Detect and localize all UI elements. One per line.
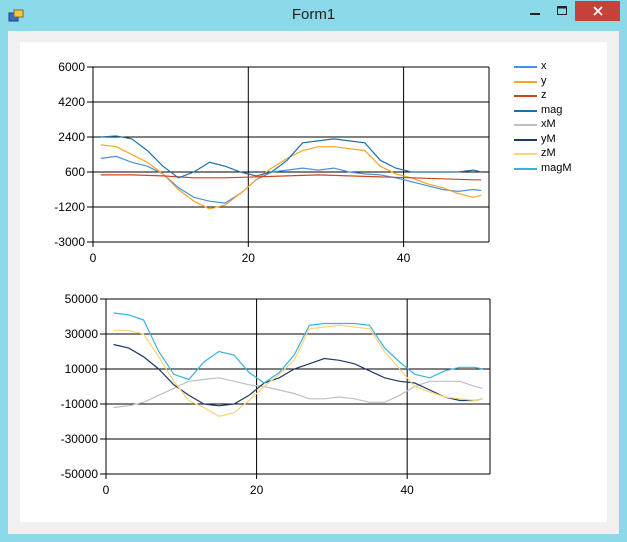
- series-line-x: [100, 155, 482, 204]
- legend-swatch: [514, 124, 537, 126]
- legend-label: zM: [541, 147, 556, 159]
- legend-swatch: [514, 95, 537, 97]
- legend-item-x: x: [510, 60, 605, 75]
- y-tick-label: 600: [65, 165, 85, 179]
- series-line-xM: [113, 377, 483, 409]
- legend-item-xM: xM: [510, 118, 605, 133]
- y-tick-label: 4200: [58, 95, 85, 109]
- legend-swatch: [514, 153, 537, 155]
- legend-label: x: [541, 60, 547, 72]
- y-tick-label: -3000: [54, 235, 85, 249]
- legend-item-yM: yM: [510, 133, 605, 148]
- legend-swatch: [514, 66, 537, 68]
- minimize-icon: [529, 13, 540, 15]
- x-tick-label: 20: [242, 251, 256, 265]
- legend-item-zM: zM: [510, 147, 605, 162]
- legend-swatch: [514, 109, 537, 112]
- x-tick-label: 0: [103, 483, 110, 497]
- x-tick-label: 0: [90, 251, 97, 265]
- series-line-zM: [113, 324, 483, 417]
- x-tick-label: 40: [397, 251, 411, 265]
- legend-label: mag: [541, 103, 563, 116]
- legend-item-y: y: [510, 75, 605, 90]
- y-tick-label: 2400: [58, 130, 85, 144]
- series-line-y: [100, 144, 482, 210]
- y-tick-label: 30000: [65, 327, 99, 341]
- y-tick-label: -1200: [54, 200, 85, 214]
- legend-label: yM: [541, 132, 556, 145]
- chart-2: 50000 30000 10000 -10000 -30000 -50000 0 20 40: [61, 292, 491, 497]
- chart-1: 6000 4200 2400 600 -1200 -3000 0 20 40: [54, 60, 490, 265]
- maximize-icon: [556, 6, 567, 15]
- x-tick-label: 40: [400, 483, 414, 497]
- legend-label: y: [541, 74, 547, 87]
- legend-swatch: [514, 138, 537, 141]
- title-bar[interactable]: Form1: [0, 0, 627, 32]
- y-tick-label: -50000: [61, 467, 99, 481]
- legend-swatch: [514, 80, 537, 83]
- series-line-z: [100, 174, 482, 181]
- legend: x y z mag xM yM zM magM: [510, 60, 605, 176]
- y-tick-label: 6000: [58, 60, 85, 74]
- legend-label: magM: [541, 161, 572, 174]
- legend-label: z: [541, 89, 547, 101]
- y-tick-label: 50000: [65, 292, 99, 306]
- y-tick-label: -10000: [61, 397, 99, 411]
- legend-item-z: z: [510, 89, 605, 104]
- maximize-button[interactable]: [548, 1, 575, 21]
- legend-item-mag: mag: [510, 104, 605, 119]
- minimize-button[interactable]: [521, 1, 548, 21]
- close-icon: [592, 6, 603, 16]
- legend-swatch: [514, 167, 537, 170]
- legend-label: xM: [541, 118, 556, 130]
- y-tick-label: 10000: [65, 362, 99, 376]
- legend-item-magM: magM: [510, 162, 605, 177]
- window: Form1 6000 4200 2400 600 -1200 -3000 0 20 40 5000…: [0, 0, 627, 542]
- x-tick-label: 20: [250, 483, 264, 497]
- close-button[interactable]: [575, 1, 620, 21]
- y-tick-label: -30000: [61, 432, 99, 446]
